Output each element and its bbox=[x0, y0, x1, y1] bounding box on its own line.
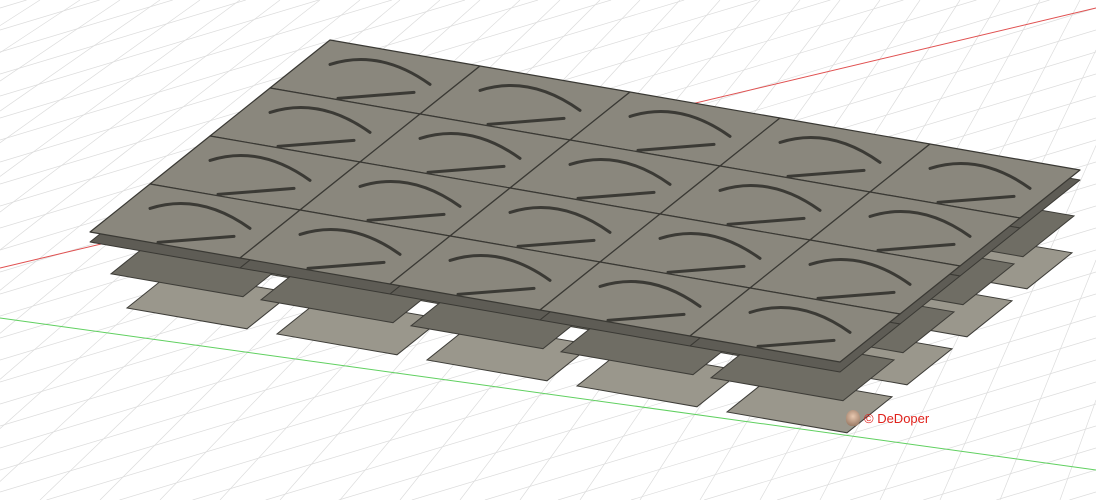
cad-viewport[interactable]: © DeDoper bbox=[0, 0, 1096, 500]
grid-line bbox=[850, 425, 1096, 500]
grid-line bbox=[996, 469, 1096, 500]
grid-line bbox=[0, 0, 319, 97]
grid-line bbox=[1059, 399, 1096, 500]
watermark-text: © DeDoper bbox=[864, 410, 930, 426]
grid-line bbox=[0, 0, 173, 53]
grid-line bbox=[1069, 491, 1096, 500]
watermark: © DeDoper bbox=[846, 410, 929, 426]
grid-line bbox=[0, 0, 100, 31]
3d-scene[interactable] bbox=[0, 0, 1096, 500]
grid-line bbox=[999, 259, 1096, 500]
grid-line bbox=[923, 447, 1096, 500]
grid-line bbox=[0, 0, 41, 26]
author-avatar-icon bbox=[846, 410, 860, 426]
grid-line bbox=[0, 0, 27, 9]
grid-line bbox=[0, 0, 201, 144]
grid-line bbox=[0, 0, 161, 112]
grid-line bbox=[0, 0, 246, 75]
